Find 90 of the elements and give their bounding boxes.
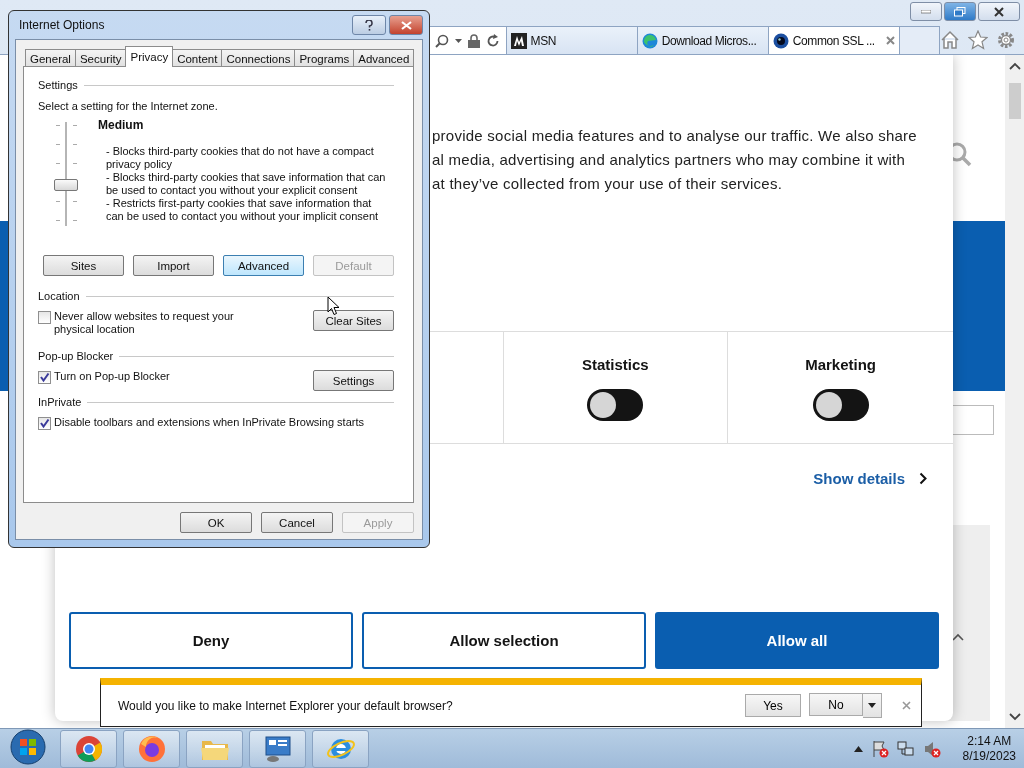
dialog-button[interactable]: Sites [43, 255, 124, 276]
yes-button[interactable]: Yes [745, 694, 801, 717]
taskbar-app[interactable] [312, 729, 369, 768]
refresh-icon[interactable] [485, 33, 500, 48]
checkbox[interactable] [38, 371, 51, 384]
close-button[interactable] [389, 15, 423, 35]
consent-button[interactable]: Allow selection [362, 612, 646, 669]
show-hidden-icons-icon[interactable] [853, 745, 863, 752]
dropdown-button[interactable] [863, 693, 882, 718]
instruction-text: Select a setting for the Internet zone. [38, 100, 219, 112]
dialog-tab[interactable]: Privacy [125, 46, 174, 67]
checkbox-label: Disable toolbars and extensions when InPrivate Browsing starts [54, 416, 364, 429]
start-button[interactable] [10, 728, 46, 768]
search-icon [434, 33, 449, 48]
eye-icon [772, 32, 789, 49]
dropdown-icon[interactable] [454, 38, 462, 43]
no-button[interactable]: No [809, 693, 863, 716]
caret-icon [868, 703, 876, 708]
checkbox-label: Turn on Pop-up Blocker [54, 370, 171, 383]
scrollbar-thumb[interactable] [1009, 83, 1021, 119]
close-tab-icon[interactable] [885, 36, 895, 45]
control-panel-icon [262, 734, 293, 763]
browser-tab[interactable]: MSN [505, 26, 638, 54]
new-tab-button[interactable] [898, 26, 940, 54]
close-icon[interactable] [902, 701, 911, 710]
notification-message: Would you like to make Internet Explorer your default browser? [118, 698, 454, 713]
browser-tab[interactable]: Common SSL ... [767, 26, 900, 54]
dialog-tab[interactable]: Content [172, 49, 223, 67]
taskbar-app[interactable] [186, 729, 243, 768]
close-icon [400, 20, 412, 30]
star-icon[interactable] [968, 30, 988, 50]
consent-text: al media, advertising and analytics partners who may combine it with [432, 150, 907, 170]
privacy-description: - Blocks third-party cookies that save information that can be used to contact you without your explicit consent [105, 171, 387, 197]
category-label: Marketing [805, 356, 877, 373]
privacy-description: - Blocks third-party cookies that do not have a compact privacy policy [105, 145, 375, 171]
group-heading: Settings [38, 79, 78, 91]
browser-tab[interactable]: Download Micros... [636, 26, 769, 54]
scroll-up-icon[interactable] [1008, 61, 1021, 71]
slider-thumb[interactable] [54, 179, 78, 191]
chevron-icon [952, 633, 964, 641]
toggle-switch[interactable] [587, 389, 644, 421]
category-label: Statistics [582, 356, 649, 373]
close-icon [994, 6, 1004, 17]
dialog-button[interactable]: Clear Sites [313, 310, 394, 331]
dialog-tab[interactable]: General [25, 49, 76, 67]
scrollbar[interactable] [1005, 55, 1024, 728]
show-details-link[interactable]: Show details [813, 470, 905, 487]
restore-icon [954, 6, 966, 17]
dialog-tab[interactable]: Connections [221, 49, 296, 67]
checkbox[interactable] [38, 311, 51, 324]
flag-icon[interactable] [870, 739, 889, 758]
privacy-description: - Restricts first-party cookies that save information that can be used to contact you without your implicit consent [105, 197, 380, 223]
taskbar-app[interactable] [123, 729, 180, 768]
taskbar-app[interactable] [249, 729, 306, 768]
dialog-button[interactable]: Cancel [261, 512, 333, 533]
minimize-icon [921, 9, 931, 14]
consent-text: at they’ve collected from your use of their services. [432, 174, 784, 194]
clock[interactable]: 2:14 AM 8/19/2023 [962, 733, 1016, 764]
settings-icon[interactable] [996, 30, 1016, 50]
consent-button[interactable]: Deny [69, 612, 353, 669]
help-icon [365, 19, 373, 31]
dialog-tab[interactable]: Advanced [353, 49, 415, 67]
group-heading: Location [38, 290, 80, 302]
dialog-button[interactable]: Advanced [223, 255, 304, 276]
dialog-button[interactable]: OK [180, 512, 252, 533]
dialog-tab[interactable]: Programs [294, 49, 355, 67]
help-button[interactable] [352, 15, 386, 35]
consent-text: provide social media features and to analyse our traffic. We also share [432, 126, 918, 146]
group-heading: Pop-up Blocker [38, 350, 114, 362]
home-icon[interactable] [940, 30, 960, 50]
checkbox[interactable] [38, 417, 51, 430]
group-heading: InPrivate [38, 396, 82, 408]
lock-icon [467, 33, 480, 48]
window-title: Internet Options [19, 18, 106, 32]
restore-button[interactable] [944, 2, 976, 21]
dialog-button[interactable]: Settings [313, 370, 394, 391]
cursor-icon [327, 296, 340, 316]
checkbox-label: Never allow websites to request your physical location [54, 310, 235, 336]
close-button[interactable] [978, 2, 1020, 21]
chevron-right-icon [919, 472, 927, 485]
volume-muted-icon[interactable] [922, 739, 941, 758]
network-icon[interactable] [896, 739, 915, 758]
taskbar-app[interactable] [60, 729, 117, 768]
dialog-button[interactable]: Import [133, 255, 214, 276]
scroll-down-icon[interactable] [1008, 712, 1021, 722]
minimize-button[interactable] [910, 2, 942, 21]
consent-button[interactable]: Allow all [655, 612, 939, 669]
toggle-switch[interactable] [812, 389, 869, 421]
dialog-tab[interactable]: Security [74, 49, 127, 67]
privacy-level-name: Medium [98, 118, 145, 132]
